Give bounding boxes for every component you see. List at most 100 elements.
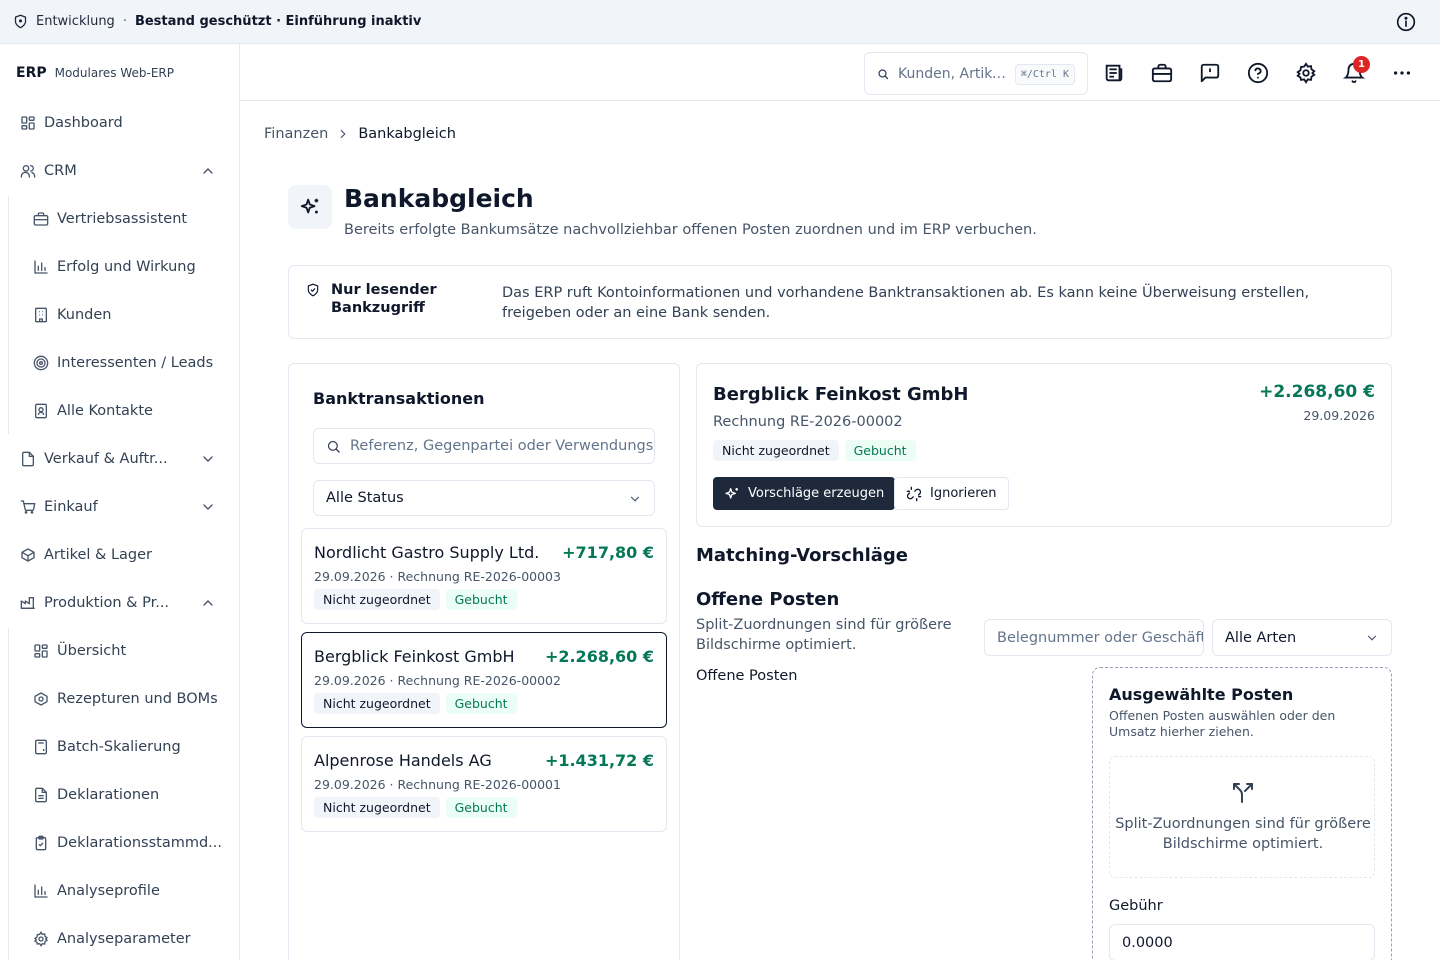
clipboard-icon <box>35 835 47 851</box>
transaction-card[interactable]: Alpenrose Handels AG +1.431,72 € 29.09.2… <box>301 736 667 832</box>
transaction-name: Nordlicht Gastro Supply Ltd. <box>314 543 540 562</box>
status-badge: Nicht zugeordnet <box>314 693 440 714</box>
sidebar-item-label: Rezepturen und BOMs <box>57 691 218 707</box>
chevron-up-icon[interactable] <box>200 163 216 179</box>
button-label: Vorschläge erzeugen <box>748 486 885 501</box>
chevron-down-icon[interactable] <box>200 499 216 515</box>
bar-chart-icon <box>34 884 48 898</box>
open-items-hint: Split-Zuordnungen sind für größere Bilds… <box>696 617 952 653</box>
transaction-detail: Bergblick Feinkost GmbH Rechnung RE-2026… <box>696 363 1392 527</box>
sidebar-item-crm[interactable]: CRM <box>20 159 77 183</box>
unlink-icon <box>906 486 922 501</box>
status-badge: Gebucht <box>445 589 517 610</box>
detail-amount: +2.268,60 € <box>1259 382 1375 402</box>
sidebar-item-label: Artikel & Lager <box>44 547 152 563</box>
breadcrumb-parent[interactable]: Finanzen <box>264 126 328 142</box>
sidebar-item-label: Batch-Skalierung <box>57 739 181 755</box>
open-items-search-input[interactable]: Belegnummer oder Geschäftspartner <box>984 619 1204 656</box>
type-filter-select[interactable]: Alle Arten <box>1212 619 1392 656</box>
gear-icon[interactable] <box>1295 62 1317 84</box>
status-filter-select[interactable]: Alle Status <box>313 480 655 516</box>
transactions-search-input[interactable]: Referenz, Gegenpartei oder Verwendungszw… <box>313 428 655 464</box>
sidebar-item-deklarationsstammdaten[interactable]: Deklarationsstammd... <box>33 831 222 855</box>
sidebar-item-produktion[interactable]: Produktion & Pr... <box>20 591 169 615</box>
sidebar-item-einkauf[interactable]: Einkauf <box>20 495 98 519</box>
sidebar-item-label: Dashboard <box>44 115 123 131</box>
gear-icon <box>33 931 49 947</box>
page-subtitle: Bereits erfolgte Bankumsätze nachvollzie… <box>344 222 1037 238</box>
sidebar-item-artikel[interactable]: Artikel & Lager <box>20 543 152 567</box>
transaction-name: Alpenrose Handels AG <box>314 751 492 770</box>
newspaper-icon[interactable] <box>1103 62 1125 84</box>
open-items-title: Offene Posten <box>696 589 840 610</box>
status-badge: Gebucht <box>844 440 916 461</box>
sidebar-item-label: Analyseprofile <box>57 883 160 899</box>
split-icon <box>1233 783 1253 803</box>
environment-status: Bestand geschützt · Einführung inaktiv <box>134 14 422 29</box>
help-icon[interactable] <box>1247 62 1269 84</box>
dashboard-icon <box>21 116 35 130</box>
detail-date: 29.09.2026 <box>1303 408 1375 423</box>
file-text-icon <box>35 787 47 803</box>
factory-icon <box>20 597 35 609</box>
status-badge: Nicht zugeordnet <box>314 797 440 818</box>
info-icon[interactable] <box>1396 12 1416 32</box>
sidebar-item-uebersicht[interactable]: Übersicht <box>33 639 126 663</box>
target-icon <box>33 355 49 371</box>
building-icon <box>35 307 47 323</box>
search-placeholder: Referenz, Gegenpartei oder Verwendungszw… <box>350 438 654 454</box>
transaction-name: Bergblick Feinkost GmbH <box>314 647 515 666</box>
status-badge: Nicht zugeordnet <box>314 589 440 610</box>
sidebar-item-kontakte[interactable]: Alle Kontakte <box>33 399 153 423</box>
sidebar-item-verkauf[interactable]: Verkauf & Auftr... <box>20 447 168 471</box>
sidebar-item-analyseparameter[interactable]: Analyseparameter <box>33 927 191 951</box>
top-header: Kunden, Artikel, Belege … ⌘/Ctrl K 1 <box>240 44 1440 101</box>
transaction-amount: +2.268,60 € <box>544 647 654 666</box>
sidebar-item-label: Alle Kontakte <box>57 403 153 419</box>
search-icon <box>878 68 889 79</box>
sidebar-item-kunden[interactable]: Kunden <box>33 303 111 327</box>
generate-suggestions-button[interactable]: Vorschläge erzeugen <box>713 477 896 510</box>
more-icon[interactable] <box>1391 62 1413 84</box>
sidebar-item-rezepturen[interactable]: Rezepturen und BOMs <box>33 687 218 711</box>
sidebar-item-dashboard[interactable]: Dashboard <box>20 111 123 135</box>
selected-items-description: Offenen Posten auswählen oder den Umsatz… <box>1109 708 1336 739</box>
sidebar-item-analyseprofile[interactable]: Analyseprofile <box>33 879 160 903</box>
sidebar-item-leads[interactable]: Interessenten / Leads <box>33 351 213 375</box>
fee-label: Gebühr <box>1109 898 1163 914</box>
split-info-box: Split-Zuordnungen sind für größere Bilds… <box>1109 756 1375 878</box>
banner-separator: · <box>122 14 127 29</box>
transaction-card[interactable]: Nordlicht Gastro Supply Ltd. +717,80 € 2… <box>301 528 667 624</box>
ignore-button[interactable]: Ignorieren <box>894 477 1009 510</box>
transaction-meta: 29.09.2026 · Rechnung RE-2026-00001 <box>314 777 561 792</box>
chevron-up-icon[interactable] <box>200 595 216 611</box>
chevron-down-icon[interactable] <box>200 451 216 467</box>
transaction-amount: +717,80 € <box>562 543 654 562</box>
package-icon <box>21 548 35 562</box>
briefcase-icon[interactable] <box>1151 62 1173 84</box>
sidebar-item-vertriebsassistent[interactable]: Vertriebsassistent <box>33 207 187 231</box>
page-title: Bankabgleich <box>344 184 534 213</box>
sidebar-item-label: Produktion & Pr... <box>44 595 170 611</box>
shield-icon <box>14 14 27 29</box>
chevron-down-icon <box>630 496 640 502</box>
notice-title: Nur lesender Bankzugriff <box>331 282 437 316</box>
brand[interactable]: ERP Modulares Web-ERP <box>16 65 174 81</box>
brand-logo: ERP <box>16 65 47 81</box>
global-search-input[interactable]: Kunden, Artikel, Belege … ⌘/Ctrl K <box>864 52 1088 95</box>
production-subnav-rail <box>8 628 9 960</box>
fee-input[interactable]: 0.0000 <box>1109 924 1375 960</box>
sidebar-item-deklarationen[interactable]: Deklarationen <box>33 783 159 807</box>
users-icon <box>20 165 36 178</box>
sidebar-item-label: Einkauf <box>44 499 98 515</box>
sidebar-item-erfolg[interactable]: Erfolg und Wirkung <box>33 255 196 279</box>
open-items-label: Offene Posten <box>696 668 798 684</box>
transactions-title: Banktransaktionen <box>313 389 485 408</box>
briefcase-icon <box>33 212 49 226</box>
transaction-card-selected[interactable]: Bergblick Feinkost GmbH +2.268,60 € 29.0… <box>301 632 667 728</box>
feedback-icon[interactable] <box>1199 62 1221 84</box>
sidebar-item-batch[interactable]: Batch-Skalierung <box>33 735 181 759</box>
crm-subnav-rail <box>8 196 9 434</box>
selected-items-dropzone[interactable]: Ausgewählte Posten Offenen Posten auswäh… <box>1092 667 1392 960</box>
shortcut-hint: ⌘/Ctrl K <box>1014 64 1075 85</box>
